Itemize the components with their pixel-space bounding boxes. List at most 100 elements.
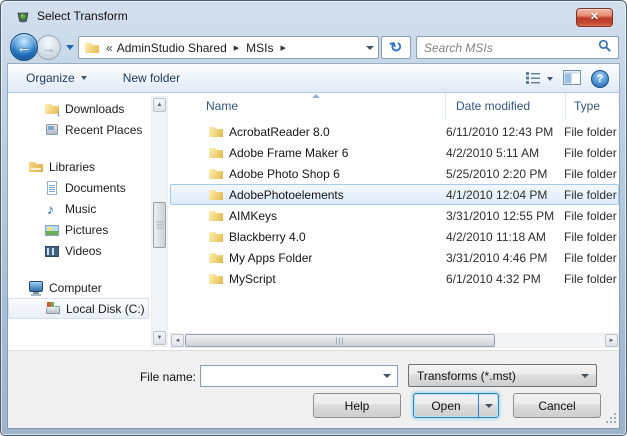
- file-row[interactable]: Adobe Frame Maker 6 4/2/2010 5:11 AM Fil…: [170, 142, 619, 163]
- sidebar-item[interactable]: Local Disk (C:): [8, 298, 149, 319]
- sidebar-item-label: Music: [65, 202, 96, 216]
- back-arrow-icon: ←: [17, 40, 32, 55]
- file-name: Blackberry 4.0: [229, 230, 445, 244]
- folder-icon: [208, 145, 224, 161]
- search-input[interactable]: [417, 38, 598, 57]
- select-transform-dialog: Select Transform ✕ ← → « AdminStudio Sha…: [0, 0, 627, 436]
- history-dropdown-icon[interactable]: [66, 45, 74, 50]
- new-folder-button[interactable]: New folder: [115, 66, 188, 90]
- file-date-modified: 6/11/2010 12:43 PM: [445, 125, 564, 139]
- command-toolbar: Organize New folder: [8, 64, 619, 93]
- downloads-folder-icon: [44, 101, 60, 117]
- folder-icon: [208, 229, 224, 245]
- file-date-modified: 3/31/2010 4:46 PM: [445, 251, 564, 265]
- file-name: AIMKeys: [229, 209, 445, 223]
- column-header-type[interactable]: Type: [565, 93, 619, 119]
- documents-icon: [44, 180, 60, 196]
- file-name: AcrobatReader 8.0: [229, 125, 445, 139]
- videos-icon: [44, 243, 60, 259]
- file-name-combo: [200, 365, 398, 387]
- navigation-sidebar: Downloads Recent Places Libraries Docume…: [8, 93, 151, 350]
- sidebar-item[interactable]: Videos: [8, 240, 151, 261]
- open-button-label[interactable]: Open: [414, 394, 478, 417]
- close-button[interactable]: ✕: [576, 8, 613, 27]
- back-button[interactable]: ←: [10, 33, 38, 61]
- scroll-down-icon[interactable]: ▼: [153, 331, 166, 345]
- toolbar-right-group: ?: [526, 64, 609, 93]
- sidebar-item-label: Libraries: [49, 160, 95, 174]
- file-type: File folder: [564, 125, 618, 139]
- cancel-button[interactable]: Cancel: [513, 393, 601, 418]
- sidebar-scrollbar[interactable]: ▲ ▼: [151, 96, 168, 347]
- music-icon: [44, 201, 60, 217]
- file-date-modified: 4/2/2010 11:18 AM: [445, 230, 564, 244]
- new-folder-label: New folder: [123, 71, 180, 85]
- sidebar-item-label: Downloads: [65, 102, 124, 116]
- horizontal-scrollbar-thumb[interactable]: [185, 334, 495, 347]
- preview-pane-button[interactable]: [563, 70, 581, 88]
- horizontal-scrollbar[interactable]: ◄ ►: [170, 333, 619, 348]
- sidebar-item[interactable]: Pictures: [8, 219, 151, 240]
- combo-dropdown-icon[interactable]: [383, 374, 391, 378]
- file-type-select[interactable]: Transforms (*.mst): [408, 364, 597, 387]
- refresh-button[interactable]: ↻: [381, 36, 411, 59]
- computer-icon: [28, 280, 44, 296]
- breadcrumb-overflow-chevron[interactable]: «: [106, 41, 113, 55]
- folder-icon: [208, 124, 224, 140]
- file-row[interactable]: Blackberry 4.0 4/2/2010 11:18 AM File fo…: [170, 226, 619, 247]
- sidebar-scrollbar-thumb[interactable]: [153, 202, 166, 248]
- breadcrumb-separator-icon[interactable]: ▶: [281, 44, 286, 52]
- file-row[interactable]: AIMKeys 3/31/2010 12:55 PM File folder: [170, 205, 619, 226]
- scroll-right-icon[interactable]: ►: [605, 334, 618, 347]
- organize-button[interactable]: Organize: [18, 66, 95, 90]
- libraries-icon: [28, 159, 44, 175]
- forward-arrow-icon: →: [42, 41, 56, 55]
- file-name-input[interactable]: [201, 367, 383, 385]
- sidebar-item-label: Local Disk (C:): [66, 302, 145, 316]
- transform-app-icon: [15, 9, 31, 25]
- scroll-up-icon[interactable]: ▲: [153, 98, 166, 112]
- breadcrumb-separator-icon[interactable]: ▶: [234, 44, 239, 52]
- open-button[interactable]: Open: [413, 393, 499, 418]
- file-row[interactable]: MyScript 6/1/2010 4:32 PM File folder: [170, 268, 619, 289]
- chevron-down-icon[interactable]: [547, 77, 553, 81]
- file-row[interactable]: Adobe Photo Shop 6 5/25/2010 2:20 PM Fil…: [170, 163, 619, 184]
- chevron-down-icon: [485, 404, 493, 408]
- column-header-date-modified[interactable]: Date modified: [445, 93, 565, 119]
- file-row[interactable]: AcrobatReader 8.0 6/11/2010 12:43 PM Fil…: [170, 121, 619, 142]
- sidebar-item-label: Documents: [65, 181, 126, 195]
- views-icon: [526, 71, 541, 87]
- help-button[interactable]: Help: [313, 393, 401, 418]
- local-disk-icon: [45, 301, 61, 317]
- title-bar[interactable]: Select Transform ✕: [1, 1, 626, 31]
- file-rows: AcrobatReader 8.0 6/11/2010 12:43 PM Fil…: [170, 121, 619, 289]
- sidebar-item-label: Videos: [65, 244, 101, 258]
- address-dropdown-icon[interactable]: [366, 46, 374, 50]
- sidebar-item[interactable]: Computer: [8, 277, 151, 298]
- breadcrumb-segment-msis[interactable]: MSIs: [246, 41, 273, 55]
- file-name: My Apps Folder: [229, 251, 445, 265]
- folder-icon: [208, 271, 224, 287]
- open-split-dropdown[interactable]: [478, 394, 498, 417]
- sidebar-item[interactable]: Documents: [8, 177, 151, 198]
- search-box: [416, 36, 619, 59]
- help-icon-button[interactable]: ?: [591, 70, 609, 88]
- file-row[interactable]: AdobePhotoelements 4/1/2010 12:04 PM Fil…: [170, 184, 619, 205]
- file-list-pane: Name Date modified Type AcrobatReader 8.…: [170, 93, 619, 350]
- scroll-left-icon[interactable]: ◄: [171, 334, 184, 347]
- forward-button[interactable]: →: [36, 35, 61, 60]
- change-view-button[interactable]: [526, 71, 553, 87]
- file-row[interactable]: My Apps Folder 3/31/2010 4:46 PM File fo…: [170, 247, 619, 268]
- address-bar[interactable]: « AdminStudio Shared ▶ MSIs ▶: [78, 36, 379, 59]
- resize-grip[interactable]: [605, 412, 616, 423]
- sidebar-item[interactable]: Recent Places: [8, 119, 151, 140]
- sidebar-item-label: Pictures: [65, 223, 108, 237]
- sidebar-item[interactable]: Music: [8, 198, 151, 219]
- folder-icon: [208, 208, 224, 224]
- breadcrumb-segment-adminstudio-shared[interactable]: AdminStudio Shared: [117, 41, 227, 55]
- column-header-name[interactable]: Name: [170, 93, 445, 119]
- sidebar-item[interactable]: Libraries: [8, 156, 151, 177]
- close-icon: ✕: [590, 12, 599, 23]
- sidebar-item[interactable]: Downloads: [8, 98, 151, 119]
- main-panes: Downloads Recent Places Libraries Docume…: [8, 93, 619, 350]
